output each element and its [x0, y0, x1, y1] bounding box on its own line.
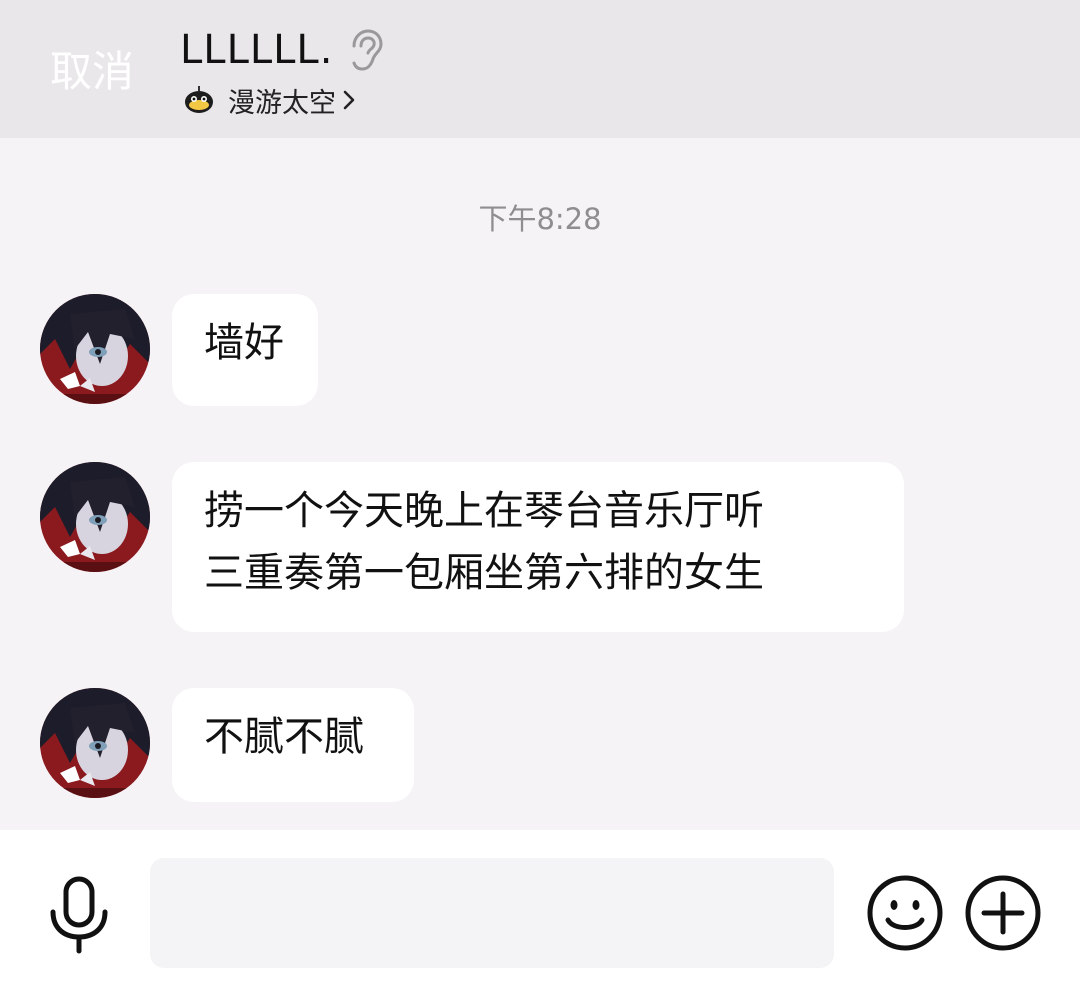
message-text: 三重奏第一包厢坐第六排的女生 — [204, 550, 764, 596]
status-row[interactable]: 漫游太空 — [184, 80, 356, 120]
chevron-right-icon — [343, 90, 355, 110]
message-text: 捞一个今天晚上在琴台音乐厅听 — [204, 488, 764, 534]
input-bar — [0, 830, 1080, 996]
message-bubble[interactable]: 不腻不腻 — [172, 688, 414, 802]
chat-header: 取消 LLLLLL. 漫游太空 — [0, 0, 1080, 138]
message-bubble[interactable]: 捞一个今天晚上在琴台音乐厅听 三重奏第一包厢坐第六排的女生 — [172, 462, 904, 632]
ear-icon — [352, 29, 383, 71]
avatar-image — [40, 688, 150, 798]
avatar[interactable] — [40, 688, 150, 798]
message-input[interactable] — [150, 858, 834, 968]
message-timestamp: 下午8:28 — [478, 202, 602, 236]
cancel-button[interactable]: 取消 — [50, 44, 134, 100]
robot-icon — [185, 86, 213, 113]
avatar-image — [40, 294, 150, 404]
message-bubble[interactable]: 墙好 — [172, 294, 318, 406]
message-text: 墙好 — [204, 320, 284, 366]
chat-screen: 取消 LLLLLL. 漫游太空 下午8:28 墙好 捞一个今天晚上在琴台音乐厅听… — [0, 0, 1080, 996]
avatar[interactable] — [40, 294, 150, 404]
message-text: 不腻不腻 — [204, 714, 364, 760]
contact-name: LLLLLL. — [180, 27, 334, 73]
avatar-image — [40, 462, 150, 572]
plus-icon[interactable] — [964, 874, 1042, 952]
smile-icon[interactable] — [866, 874, 944, 952]
avatar[interactable] — [40, 462, 150, 572]
mic-icon[interactable] — [44, 876, 114, 956]
status-text: 漫游太空 — [228, 87, 336, 119]
